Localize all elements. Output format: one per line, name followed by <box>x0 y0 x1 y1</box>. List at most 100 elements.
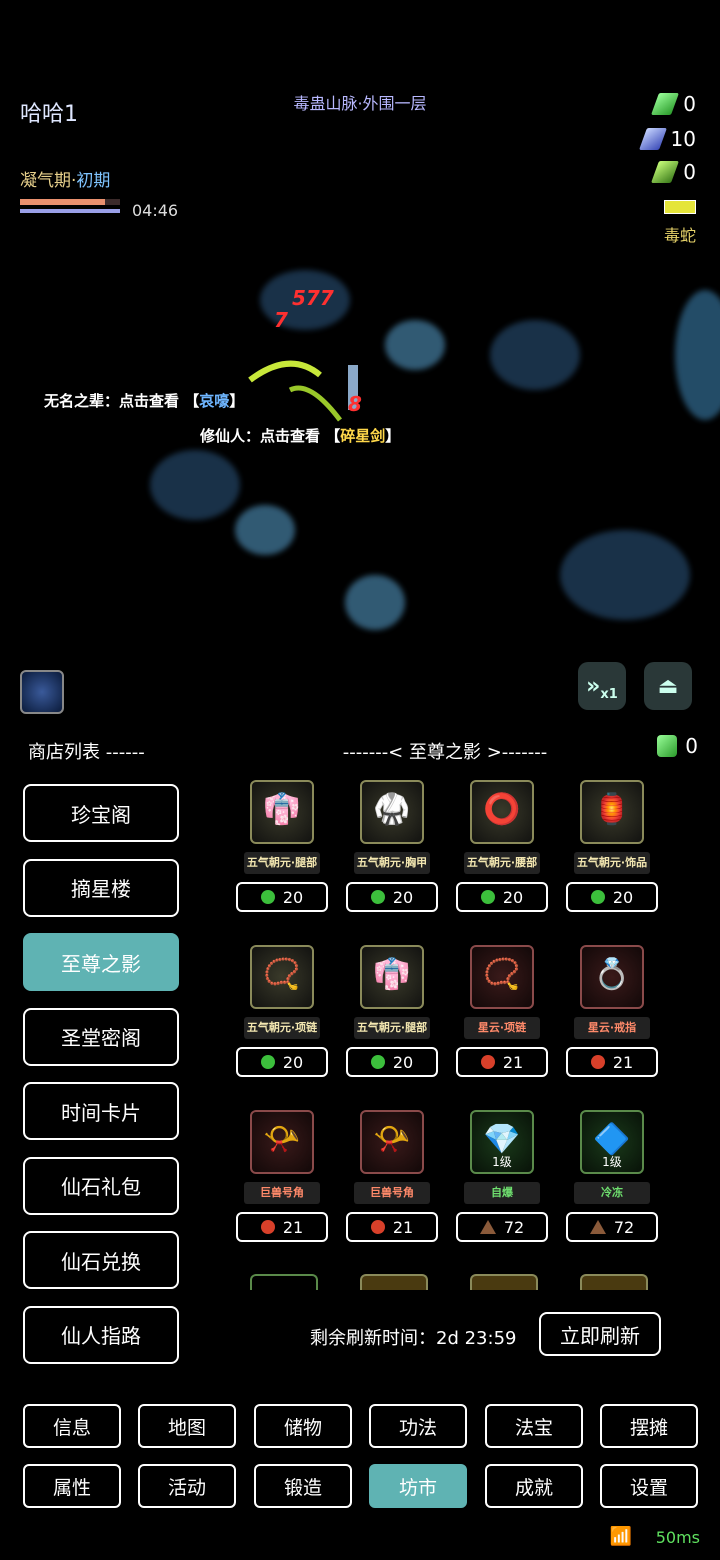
item-icon-frame[interactable]: 📯 <box>250 1110 314 1174</box>
shop-currency: 0 <box>657 734 698 758</box>
refresh-now-button[interactable]: 立即刷新 <box>539 1312 661 1356</box>
shop-item[interactable]: 💎 1级 自爆 72 <box>456 1110 566 1260</box>
nav-button[interactable]: 成就 <box>485 1464 583 1508</box>
item-icon: 👘 <box>373 957 411 992</box>
scene-bush <box>345 575 405 630</box>
item-slot-partial[interactable] <box>470 1274 538 1290</box>
shop-item[interactable]: 📯 巨兽号角 21 <box>346 1110 456 1260</box>
shop-item[interactable]: ⭕ 五气朝元·腰部 20 <box>456 780 566 930</box>
damage-number: 7 <box>274 308 288 332</box>
nav-button[interactable]: 设置 <box>600 1464 698 1508</box>
resource-value: 0 <box>683 92 696 116</box>
shop-item[interactable]: 🔷 1级 冷冻 72 <box>566 1110 676 1260</box>
nav-button[interactable]: 法宝 <box>485 1404 583 1448</box>
item-buy-button[interactable]: 20 <box>566 882 658 912</box>
item-icon-frame[interactable]: 📿 <box>250 945 314 1009</box>
item-icon-frame[interactable]: 📿 <box>470 945 534 1009</box>
item-buy-button[interactable]: 20 <box>346 882 438 912</box>
item-price: 20 <box>392 887 414 907</box>
nav-button[interactable]: 坊市 <box>369 1464 467 1508</box>
realm-substage: 初期 <box>76 171 111 191</box>
item-slot-partial[interactable] <box>250 1274 318 1290</box>
nav-button[interactable]: 摆摊 <box>600 1404 698 1448</box>
shop-item[interactable]: 👘 五气朝元·腿部 20 <box>346 945 456 1095</box>
item-icon-frame[interactable]: 💎 1级 <box>470 1110 534 1174</box>
item-buy-button[interactable]: 21 <box>566 1047 658 1077</box>
item-price: 21 <box>502 1052 524 1072</box>
item-slot-partial[interactable] <box>360 1274 428 1290</box>
nav-button[interactable]: 信息 <box>23 1404 121 1448</box>
item-price: 20 <box>282 1052 304 1072</box>
shop-tab[interactable]: 珍宝阁 <box>23 784 179 842</box>
item-price: 20 <box>282 887 304 907</box>
shop-tab[interactable]: 时间卡片 <box>23 1082 179 1140</box>
nav-button[interactable]: 地图 <box>138 1404 236 1448</box>
nav-button[interactable]: 属性 <box>23 1464 121 1508</box>
item-level: 1级 <box>602 1155 622 1169</box>
nav-button[interactable]: 功法 <box>369 1404 467 1448</box>
item-price: 72 <box>503 1217 525 1237</box>
shop-item[interactable]: 🏮 五气朝元·饰品 20 <box>566 780 676 930</box>
speed-toggle-button[interactable]: » x1 <box>578 662 626 710</box>
scene-bush <box>385 320 445 370</box>
shop-item[interactable]: 💍 星云·戒指 21 <box>566 945 676 1095</box>
chat-item-link[interactable]: 哀嚎 <box>199 392 229 410</box>
item-buy-button[interactable]: 72 <box>456 1212 548 1242</box>
scene-bush <box>560 530 690 620</box>
beast-skill-icon[interactable] <box>20 670 64 714</box>
item-icon-frame[interactable]: ⭕ <box>470 780 534 844</box>
shop-tab[interactable]: 至尊之影 <box>23 933 179 991</box>
exit-button[interactable]: ⏏ <box>644 662 692 710</box>
item-buy-button[interactable]: 72 <box>566 1212 658 1242</box>
item-buy-button[interactable]: 20 <box>236 882 328 912</box>
enemy-name: 毒蛇 <box>663 226 696 245</box>
item-name: 五气朝元·腿部 <box>244 852 320 874</box>
green-currency-icon <box>480 890 495 904</box>
item-icon-frame[interactable]: 📯 <box>360 1110 424 1174</box>
item-buy-button[interactable]: 21 <box>346 1212 438 1242</box>
item-icon-frame[interactable]: 🏮 <box>580 780 644 844</box>
item-name: 巨兽号角 <box>354 1182 430 1204</box>
item-buy-button[interactable]: 20 <box>236 1047 328 1077</box>
shop-item[interactable]: 🥋 五气朝元·胸甲 20 <box>346 780 456 930</box>
wifi-icon: 📶 <box>609 1526 632 1547</box>
shop-tab[interactable]: 圣堂密阁 <box>23 1007 179 1066</box>
item-level: 1级 <box>492 1155 512 1169</box>
item-name: 巨兽号角 <box>244 1182 320 1204</box>
item-name: 星云·戒指 <box>574 1017 650 1039</box>
speed-label: x1 <box>600 686 618 702</box>
shop-tab[interactable]: 仙人指路 <box>23 1305 179 1364</box>
shop-tab[interactable]: 仙石兑换 <box>23 1231 179 1289</box>
chat-message[interactable]: 无名之辈：点击查看 【哀嚎】 <box>44 390 244 411</box>
shop-tab[interactable]: 摘星楼 <box>23 858 179 917</box>
shop-tab[interactable]: 仙石礼包 <box>23 1156 179 1215</box>
shop-list-title: 商店列表 ------ <box>28 742 145 763</box>
item-icon: 🏮 <box>593 792 631 827</box>
chat-item-link[interactable]: 碎星剑 <box>340 427 385 445</box>
item-icon-frame[interactable]: 👘 <box>250 780 314 844</box>
shop-item[interactable]: 📿 五气朝元·项链 20 <box>236 945 346 1095</box>
item-buy-button[interactable]: 20 <box>346 1047 438 1077</box>
shop-item[interactable]: 📯 巨兽号角 21 <box>236 1110 346 1260</box>
item-icon-frame[interactable]: 🔷 1级 <box>580 1110 644 1174</box>
shop-item[interactable]: 📿 星云·项链 21 <box>456 945 566 1095</box>
scene-bush <box>235 505 295 555</box>
chat-speaker: 无名之辈： <box>44 392 120 410</box>
item-price: 20 <box>612 887 634 907</box>
red-currency-icon <box>480 1055 495 1069</box>
item-name: 星云·项链 <box>464 1017 540 1039</box>
nav-button[interactable]: 锻造 <box>254 1464 352 1508</box>
item-buy-button[interactable]: 21 <box>456 1047 548 1077</box>
nav-button[interactable]: 活动 <box>138 1464 236 1508</box>
hp-fill <box>20 199 105 205</box>
shop-item[interactable]: 👘 五气朝元·腿部 20 <box>236 780 346 930</box>
nav-button[interactable]: 储物 <box>254 1404 352 1448</box>
item-buy-button[interactable]: 20 <box>456 882 548 912</box>
item-icon-frame[interactable]: 🥋 <box>360 780 424 844</box>
item-icon-frame[interactable]: 💍 <box>580 945 644 1009</box>
green-currency-icon <box>260 890 275 904</box>
item-slot-partial[interactable] <box>580 1274 648 1290</box>
item-icon-frame[interactable]: 👘 <box>360 945 424 1009</box>
chat-message[interactable]: 修仙人：点击查看 【碎星剑】 <box>200 425 400 446</box>
item-buy-button[interactable]: 21 <box>236 1212 328 1242</box>
